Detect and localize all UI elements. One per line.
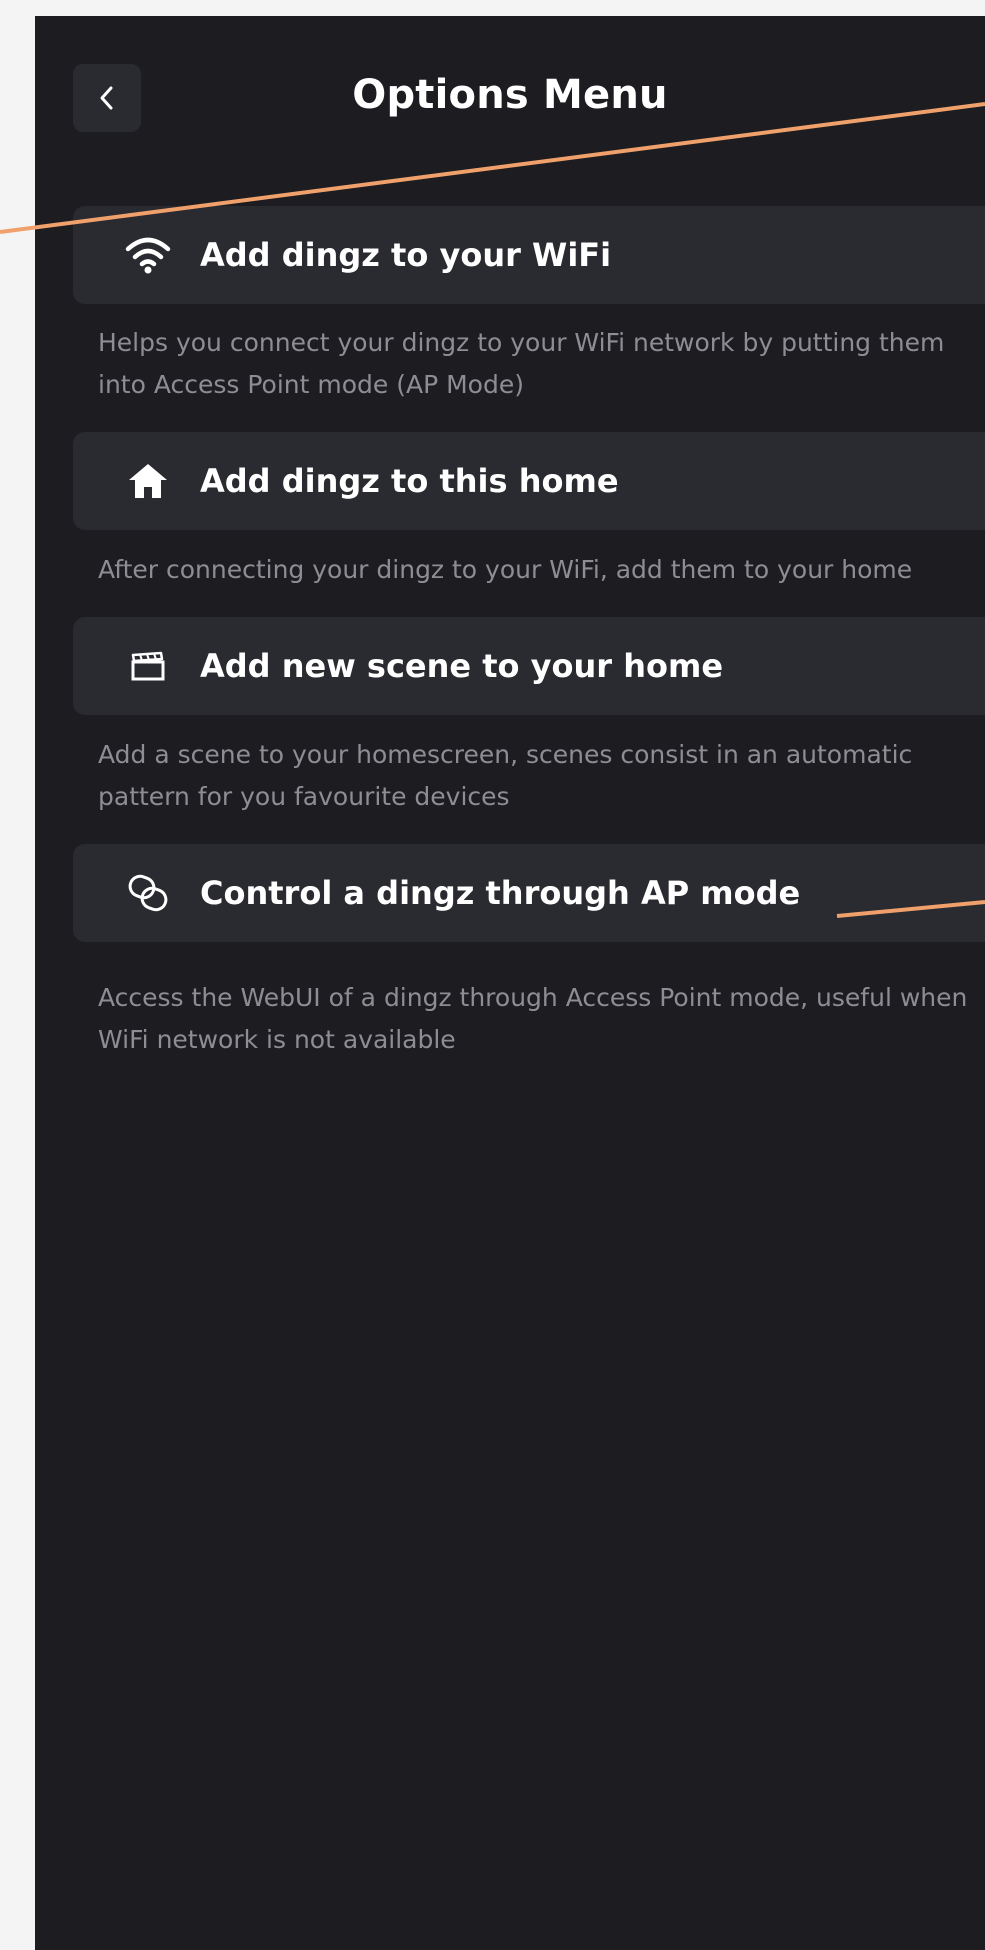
home-icon	[123, 456, 173, 506]
wifi-icon	[123, 230, 173, 280]
link-icon	[123, 868, 173, 918]
option-add-scene[interactable]: Add new scene to your home	[73, 617, 985, 715]
option-label: Add new scene to your home	[200, 647, 724, 685]
option-description: Access the WebUI of a dingz through Acce…	[98, 983, 968, 1054]
option-description: After connecting your dingz to your WiFi…	[98, 555, 913, 584]
option-label: Control a dingz through AP mode	[200, 874, 801, 912]
option-description: Helps you connect your dingz to your WiF…	[98, 328, 945, 399]
options-menu-screen: Options Menu Add dingz to your WiFi Help…	[35, 16, 985, 1950]
option-description: Add a scene to your homescreen, scenes c…	[98, 740, 913, 811]
option-label: Add dingz to this home	[200, 462, 619, 500]
option-control-ap-mode[interactable]: Control a dingz through AP mode	[73, 844, 985, 942]
option-add-to-wifi[interactable]: Add dingz to your WiFi	[73, 206, 985, 304]
page-title: Options Menu	[352, 72, 668, 118]
option-label: Add dingz to your WiFi	[200, 236, 612, 274]
option-add-to-home[interactable]: Add dingz to this home	[73, 432, 985, 530]
clapperboard-icon	[123, 641, 173, 691]
